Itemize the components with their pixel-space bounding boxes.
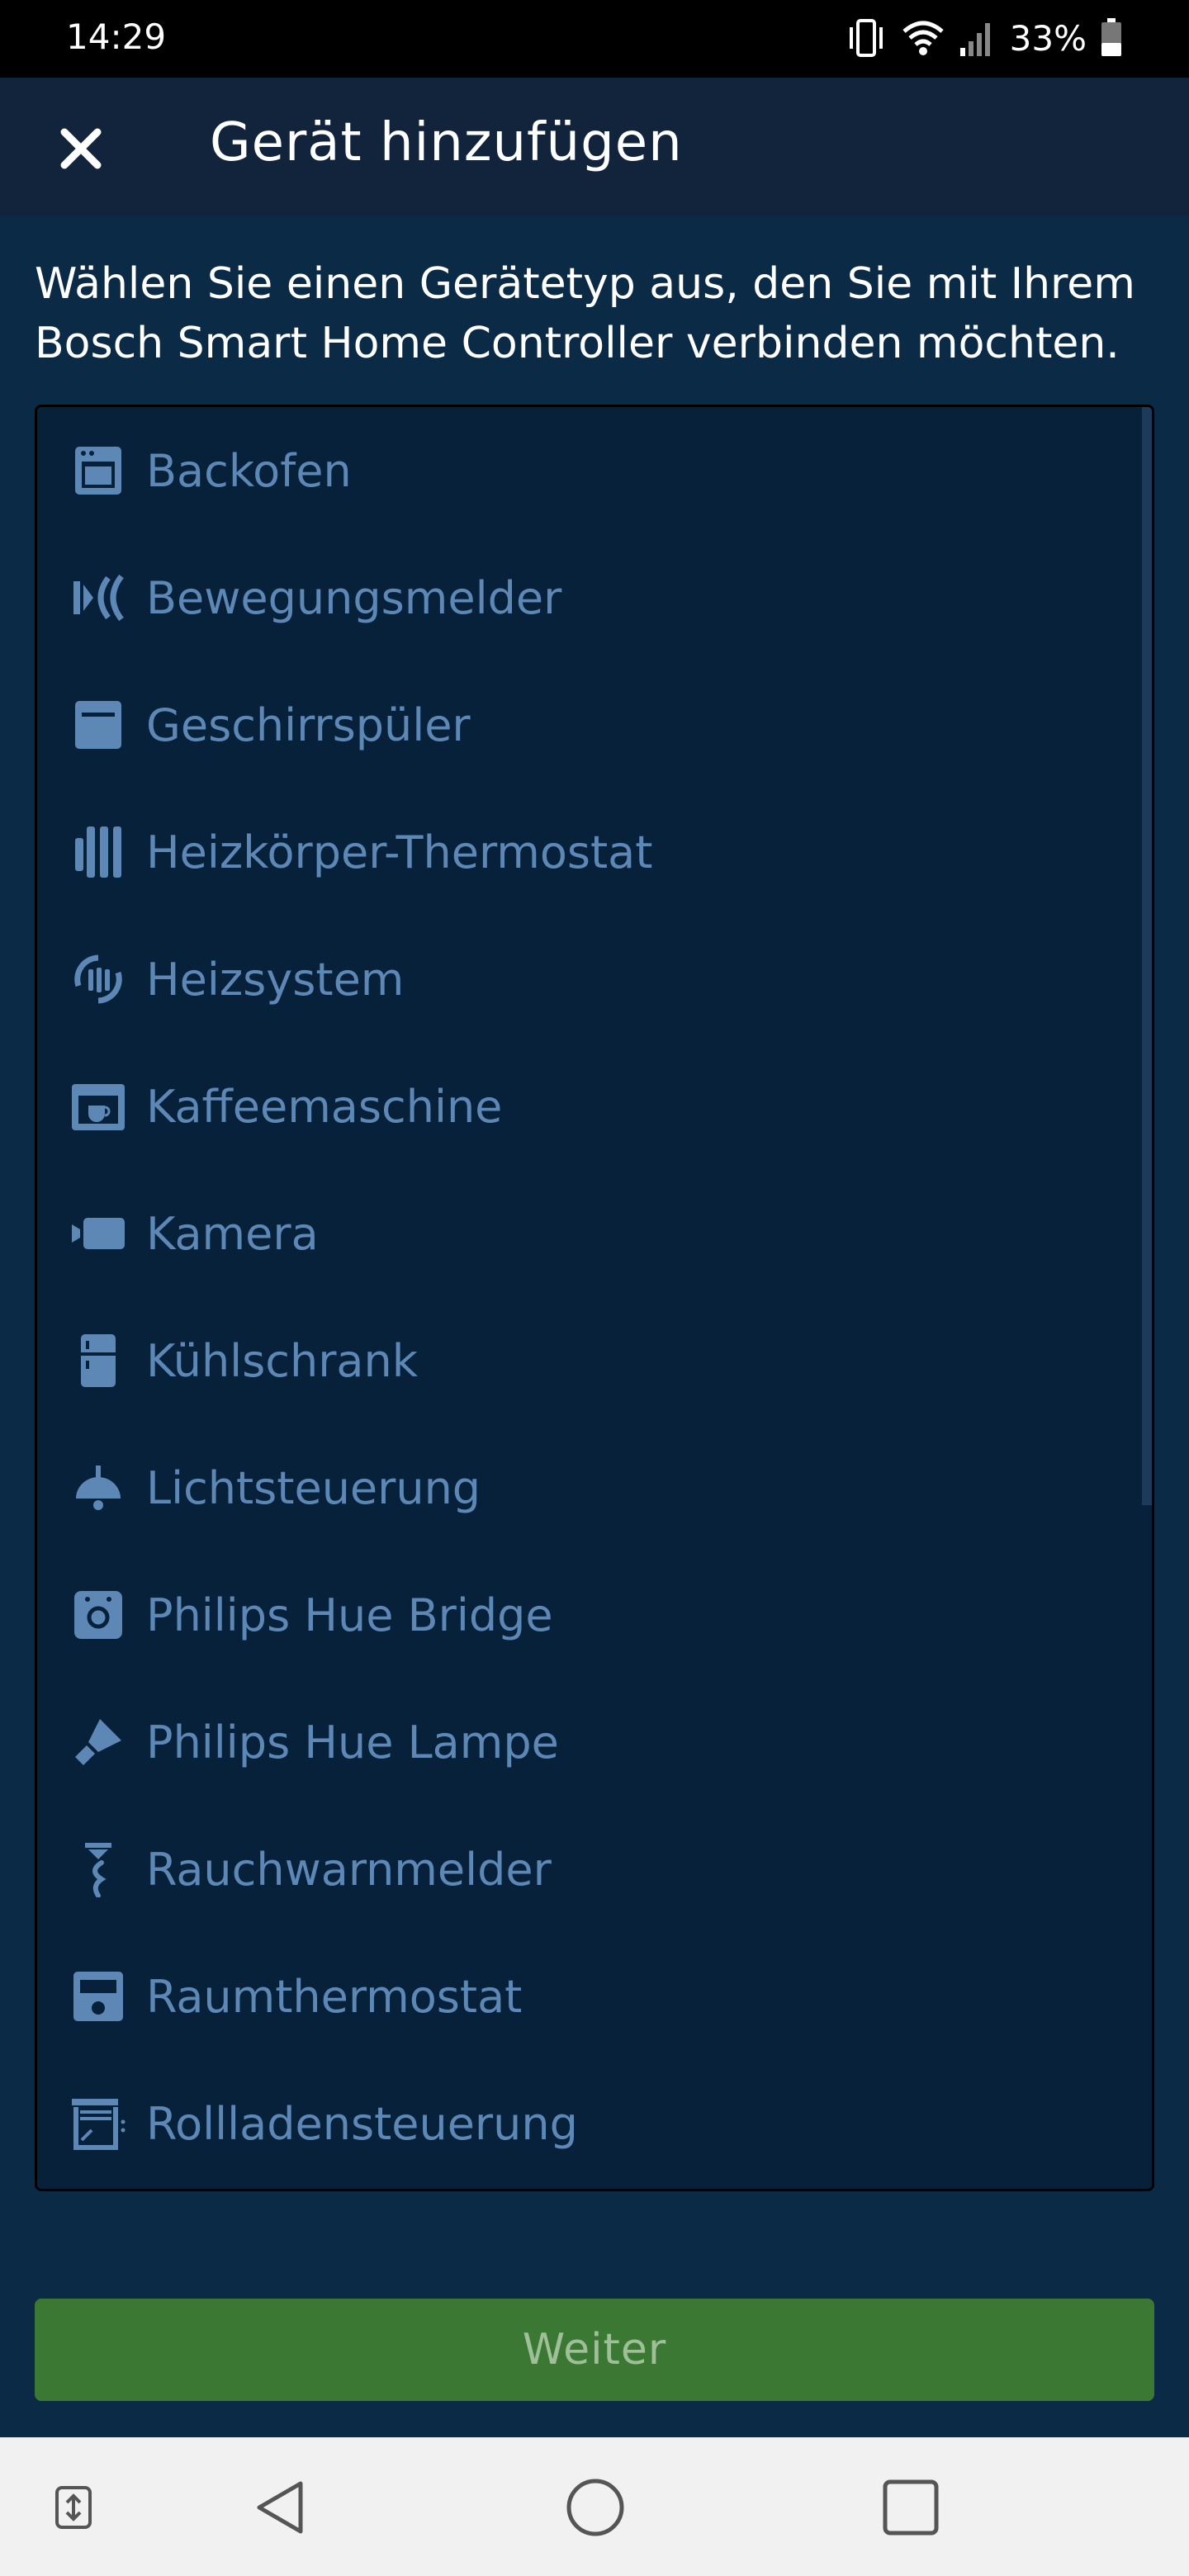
list-item-label: Kamera xyxy=(146,1207,319,1260)
shutter-control-icon xyxy=(69,2094,128,2153)
fridge-icon xyxy=(69,1331,128,1390)
list-item-geschirrspueler[interactable]: Geschirrspüler xyxy=(37,661,1135,788)
list-item-bewegungsmelder[interactable]: Bewegungsmelder xyxy=(37,534,1135,661)
list-item-kamera[interactable]: Kamera xyxy=(37,1170,1135,1297)
list-item-label: Kühlschrank xyxy=(146,1334,419,1387)
list-item-kaffeemaschine[interactable]: Kaffeemaschine xyxy=(37,1043,1135,1170)
vibrate-icon xyxy=(845,17,888,59)
list-item-raumthermostat[interactable]: Raumthermostat xyxy=(37,1933,1135,2060)
status-icons: 33% xyxy=(845,15,1123,61)
smoke-detector-icon xyxy=(69,1840,128,1899)
weiter-button-label: Weiter xyxy=(522,2325,667,2375)
home-icon xyxy=(566,2479,624,2536)
status-bar: 14:29 33% xyxy=(0,0,1189,78)
instructions-text: Wählen Sie einen Gerätetyp aus, den Sie … xyxy=(35,259,1135,368)
list-item-rauchwarnmelder[interactable]: Rauchwarnmelder xyxy=(37,1806,1135,1933)
heating-system-icon xyxy=(69,949,128,1009)
overview-icon xyxy=(883,2479,939,2536)
oven-icon xyxy=(69,441,128,500)
signal-icon xyxy=(959,18,997,58)
recent-apps-switch-button[interactable] xyxy=(36,2470,111,2545)
list-item-label: Philips Hue Lampe xyxy=(146,1716,559,1769)
list-item-philips-hue-bridge[interactable]: Philips Hue Bridge xyxy=(37,1551,1135,1679)
recent-apps-switch-icon xyxy=(55,2486,92,2529)
room-thermostat-icon xyxy=(69,1967,128,2026)
list-item-backofen[interactable]: Backofen xyxy=(37,407,1135,534)
wifi-icon xyxy=(901,18,945,58)
battery-percent: 33% xyxy=(1009,17,1087,59)
ceiling-lamp-icon xyxy=(69,1458,128,1518)
home-button[interactable] xyxy=(558,2470,632,2545)
hue-bridge-icon xyxy=(69,1585,128,1645)
radiator-thermostat-icon xyxy=(69,822,128,882)
list-item-label: Rauchwarnmelder xyxy=(146,1843,552,1896)
page-title: Gerät hinzufügen xyxy=(210,112,683,173)
motion-sensor-icon xyxy=(69,568,128,627)
list-item-kuehlschrank[interactable]: Kühlschrank xyxy=(37,1297,1135,1424)
close-button[interactable] xyxy=(46,114,116,183)
overview-button[interactable] xyxy=(874,2470,948,2545)
scrollbar[interactable] xyxy=(1142,407,1152,2189)
list-item-label: Geschirrspüler xyxy=(146,698,471,751)
list-item-label: Bewegungsmelder xyxy=(146,571,562,624)
dishwasher-icon xyxy=(69,695,128,755)
list-item-label: Heizkörper-Thermostat xyxy=(146,826,653,878)
weiter-button[interactable]: Weiter xyxy=(35,2299,1154,2401)
device-type-list[interactable]: Backofen Bewegungsmelder Geschirrspüler … xyxy=(35,405,1154,2191)
list-item-label: Philips Hue Bridge xyxy=(146,1589,553,1641)
list-item-heizkoerper-thermostat[interactable]: Heizkörper-Thermostat xyxy=(37,788,1135,916)
coffee-machine-icon xyxy=(69,1077,128,1136)
hue-lamp-icon xyxy=(69,1712,128,1772)
list-item-label: Lichtsteuerung xyxy=(146,1461,481,1514)
list-item-heizsystem[interactable]: Heizsystem xyxy=(37,916,1135,1043)
list-item-label: Rollladensteuerung xyxy=(146,2097,578,2150)
scrollbar-thumb[interactable] xyxy=(1142,407,1152,1505)
app-bar: Gerät hinzufügen xyxy=(0,78,1189,216)
system-nav-bar xyxy=(0,2437,1189,2576)
list-item-philips-hue-lampe[interactable]: Philips Hue Lampe xyxy=(37,1679,1135,1806)
list-item-rollladensteuerung[interactable]: Rollladensteuerung xyxy=(37,2060,1135,2187)
list-item-label: Raumthermostat xyxy=(146,1970,523,2023)
close-icon xyxy=(60,128,102,169)
list-item-label: Kaffeemaschine xyxy=(146,1080,503,1133)
battery-icon xyxy=(1100,18,1123,58)
camera-icon xyxy=(69,1204,128,1263)
back-icon xyxy=(257,2481,303,2534)
list-item-label: Heizsystem xyxy=(146,953,405,1006)
list-item-lichtsteuerung[interactable]: Lichtsteuerung xyxy=(37,1424,1135,1551)
back-button[interactable] xyxy=(243,2470,317,2545)
status-time: 14:29 xyxy=(66,17,167,57)
list-item-label: Backofen xyxy=(146,444,352,497)
